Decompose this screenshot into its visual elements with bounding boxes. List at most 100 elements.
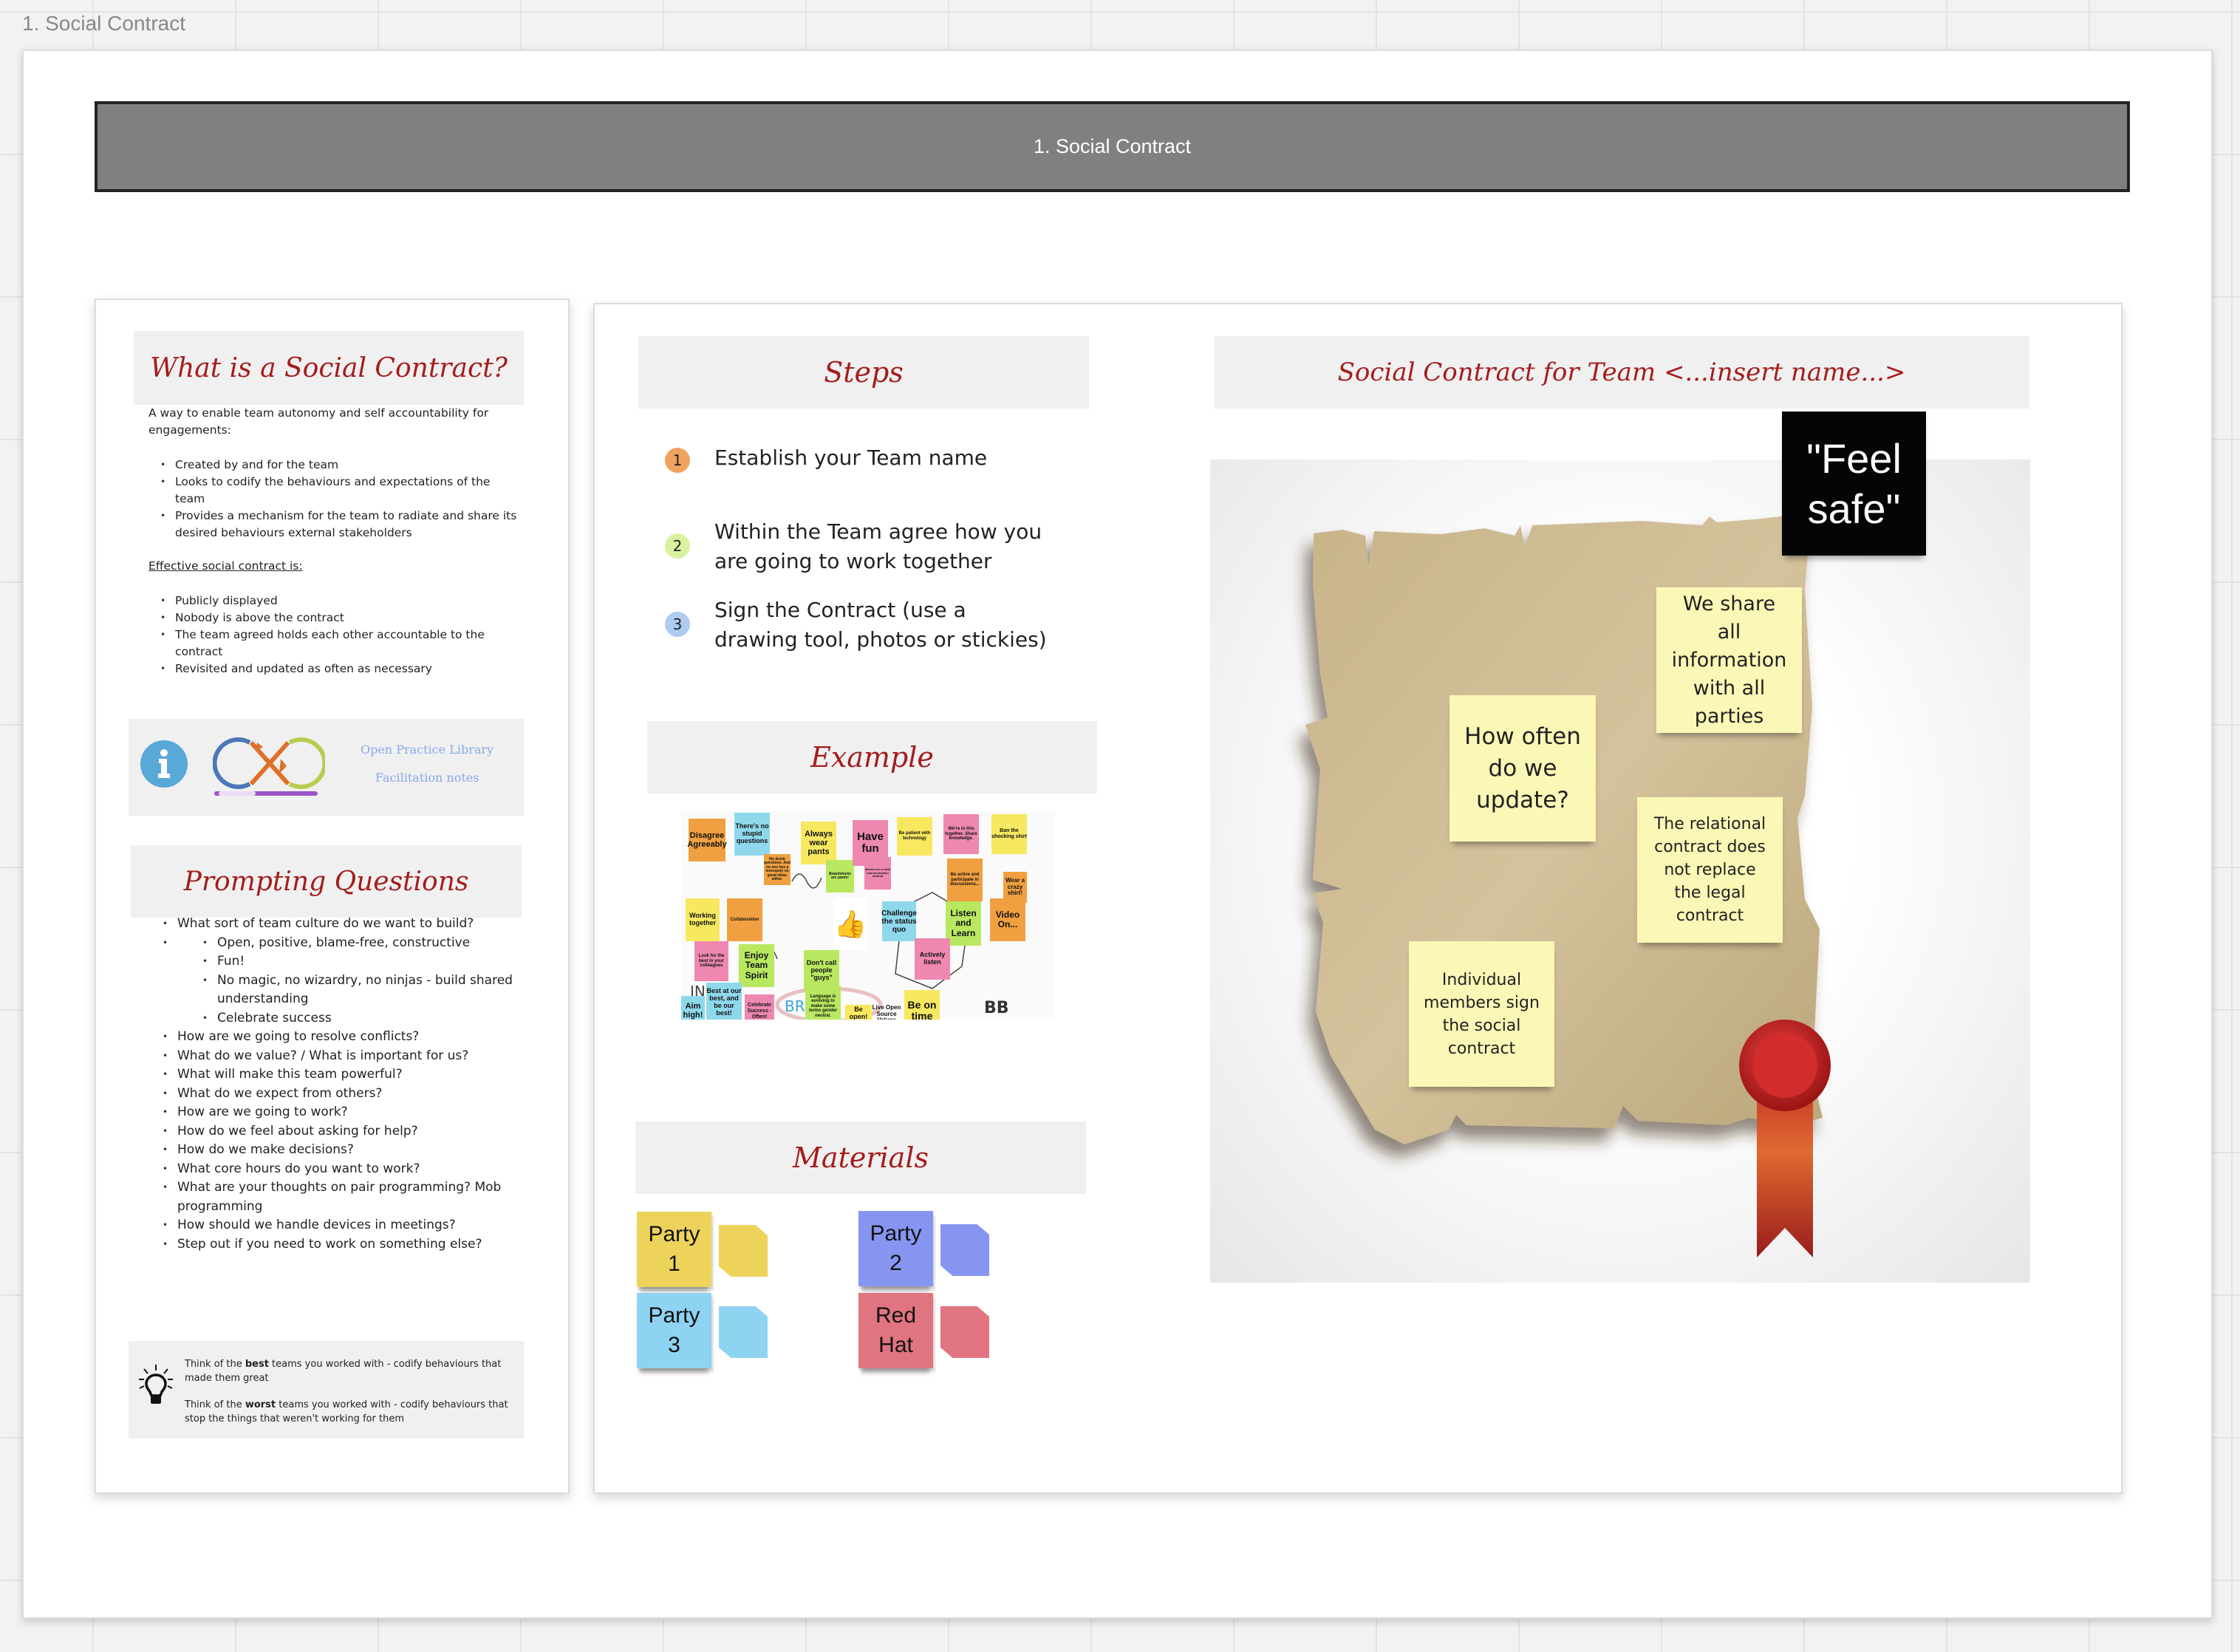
example-heading-box: Example (647, 721, 1097, 793)
frame-label[interactable]: 1. Social Contract (22, 12, 185, 35)
example-sticky: Language is evolving to make some terms … (805, 986, 841, 1020)
list-item: How do we feel about asking for help? (163, 1122, 520, 1141)
facilitation-notes-link[interactable]: Facilitation notes (375, 771, 479, 785)
example-sticky: Be active and participate in discussions… (947, 859, 983, 901)
what-is-intro: A way to enable team autonomy and self a… (148, 406, 489, 437)
list-item: What core hours do you want to work? (163, 1160, 520, 1179)
step-number-badge: 3 (665, 612, 690, 637)
example-sticky: Disagree Agreeably (687, 819, 727, 861)
lightbulb-icon (139, 1365, 173, 1404)
example-sticky: Celebrate Success - Often! (745, 994, 774, 1020)
contract-sticky-note[interactable]: The relational contract does not replace… (1637, 797, 1783, 943)
list-item: Fun! (202, 952, 520, 972)
parchment-image[interactable] (1210, 460, 2030, 1283)
list-item: What do we value? / What is important fo… (163, 1047, 520, 1066)
list-item: How are we going to work? (163, 1103, 520, 1122)
open-practice-library-link[interactable]: Open Practice Library (361, 743, 494, 757)
example-sticky: Always wear pants (801, 822, 836, 864)
contract-title: Social Contract for Team <...insert name… (1337, 358, 1906, 387)
example-sticky: Boardshorts are pants! (826, 860, 854, 892)
steps-heading-box: Steps (638, 336, 1089, 409)
sticky-pad-stack[interactable] (719, 1225, 768, 1277)
example-sticky: Video On... (990, 898, 1025, 941)
example-sticky: Aim high! (681, 996, 705, 1020)
prompting-heading-box: Prompting Questions (131, 845, 522, 918)
example-sticky: There's no stupid questions (734, 813, 770, 856)
contract-sticky-note[interactable]: Individual members sign the social contr… (1409, 941, 1554, 1087)
example-sticky: Memes are a valid communication method (864, 857, 891, 890)
signature: BB (984, 999, 1009, 1017)
example-sticky: Ban the shocking shirt (991, 814, 1027, 854)
example-sticky: Be open! (845, 1005, 872, 1020)
what-is-heading-box: What is a Social Contract? (134, 331, 524, 405)
example-sticky: Collaboration (727, 898, 762, 941)
feel-safe-note[interactable]: "Feel safe" (1782, 412, 1926, 556)
effective-heading: Effective social contract is: (148, 559, 303, 573)
tip-worst: Think of the worst teams you worked with… (185, 1399, 508, 1424)
material-sticky-3[interactable]: Party 3 (637, 1293, 711, 1368)
example-sticky: We're in this together. Share knowledge. (943, 814, 979, 854)
example-sticky: Challenge the status quo (881, 901, 917, 941)
sub-list-container: Open, positive, blame-free, constructive… (163, 934, 520, 1028)
links-box: Open Practice Library Facilitation notes (129, 719, 524, 816)
step-text: Establish your Team name (714, 446, 988, 470)
example-sticky: Be patient with technology (897, 817, 932, 856)
contract-sticky-note[interactable]: How often do we update? (1449, 695, 1596, 842)
tip-box: Think of the best teams you worked with … (129, 1341, 524, 1438)
list-item: Looks to codify the behaviours and expec… (160, 474, 518, 508)
list-item: Celebrate success (202, 1009, 520, 1028)
list-item: No magic, no wizardry, no ninjas - build… (202, 972, 520, 1009)
list-item: How do we make decisions? (163, 1141, 520, 1160)
example-image[interactable]: JN DK BB BR Disagree AgreeablyThere's no… (681, 811, 1055, 1020)
header-title: 1. Social Contract (1033, 135, 1192, 157)
example-sticky: Look for the best in your colleagues (694, 941, 728, 981)
parchment-scroll (1305, 515, 1831, 1257)
prompting-list: What sort of team culture do we want to … (151, 915, 520, 1254)
sticky-pad-stack[interactable] (940, 1224, 989, 1276)
step-text: Sign the Contract (use a drawing tool, p… (714, 598, 1047, 652)
list-item: What are your thoughts on pair programmi… (163, 1178, 520, 1216)
step-text: Within the Team agree how you are going … (714, 519, 1042, 573)
list-item: Provides a mechanism for the team to rad… (160, 508, 518, 542)
info-icon[interactable] (140, 740, 188, 788)
list-item: How should we handle devices in meetings… (163, 1216, 520, 1235)
steps-title: Steps (824, 356, 904, 389)
example-title: Example (810, 741, 934, 774)
step-number-badge: 1 (665, 448, 690, 473)
materials-title: Materials (793, 1141, 929, 1174)
example-sticky: Actively listen (915, 938, 950, 980)
thumbs-up-icon: 👍 (833, 898, 867, 950)
list-item: How are we going to resolve conflicts? (163, 1028, 520, 1047)
list-item: Nobody is above the contract (160, 610, 518, 627)
list-item: Revisited and updated as often as necess… (160, 661, 518, 677)
example-sticky: Live Open Source Values (872, 1003, 901, 1020)
step-number-badge: 2 (665, 533, 690, 559)
contract-heading-box: Social Contract for Team <...insert name… (1214, 336, 2029, 409)
prompting-title: Prompting Questions (183, 866, 469, 897)
contract-sticky-note[interactable]: We share all information with all partie… (1656, 587, 1802, 733)
list-item: Open, positive, blame-free, constructive (202, 934, 520, 953)
example-sticky: Working together (686, 898, 720, 941)
tip-text: Think of the best teams you worked with … (185, 1357, 517, 1426)
example-sticky: Best at our best, and be our best! (706, 983, 742, 1020)
header-bar[interactable]: 1. Social Contract (95, 101, 2130, 192)
what-is-body: A way to enable team autonomy and self a… (148, 405, 518, 677)
what-is-title: What is a Social Contract? (150, 352, 508, 383)
list-item: Created by and for the team (160, 457, 518, 474)
material-sticky-2[interactable]: Party 2 (858, 1211, 933, 1286)
list-item: What do we expect from others? (163, 1085, 520, 1104)
example-sticky: No dumb questions. And no one has a mono… (764, 854, 791, 885)
list-item: Publicly displayed (160, 593, 518, 610)
list-item: The team agreed holds each other account… (160, 627, 518, 661)
list-item: What sort of team culture do we want to … (163, 915, 520, 934)
sticky-pad-stack[interactable] (940, 1306, 989, 1358)
example-sticky: Be on time (904, 990, 940, 1020)
list-item: Step out if you need to work on somethin… (163, 1235, 520, 1255)
example-sticky: Listen and Learn (946, 901, 981, 946)
open-practice-library-logo[interactable] (213, 737, 325, 796)
example-sticky: Enjoy Team Spirit (739, 944, 774, 987)
material-sticky-1[interactable]: Party 1 (637, 1212, 711, 1287)
signature: BR (785, 997, 805, 1015)
material-sticky-4[interactable]: Red Hat (858, 1293, 933, 1368)
sticky-pad-stack[interactable] (719, 1306, 768, 1358)
